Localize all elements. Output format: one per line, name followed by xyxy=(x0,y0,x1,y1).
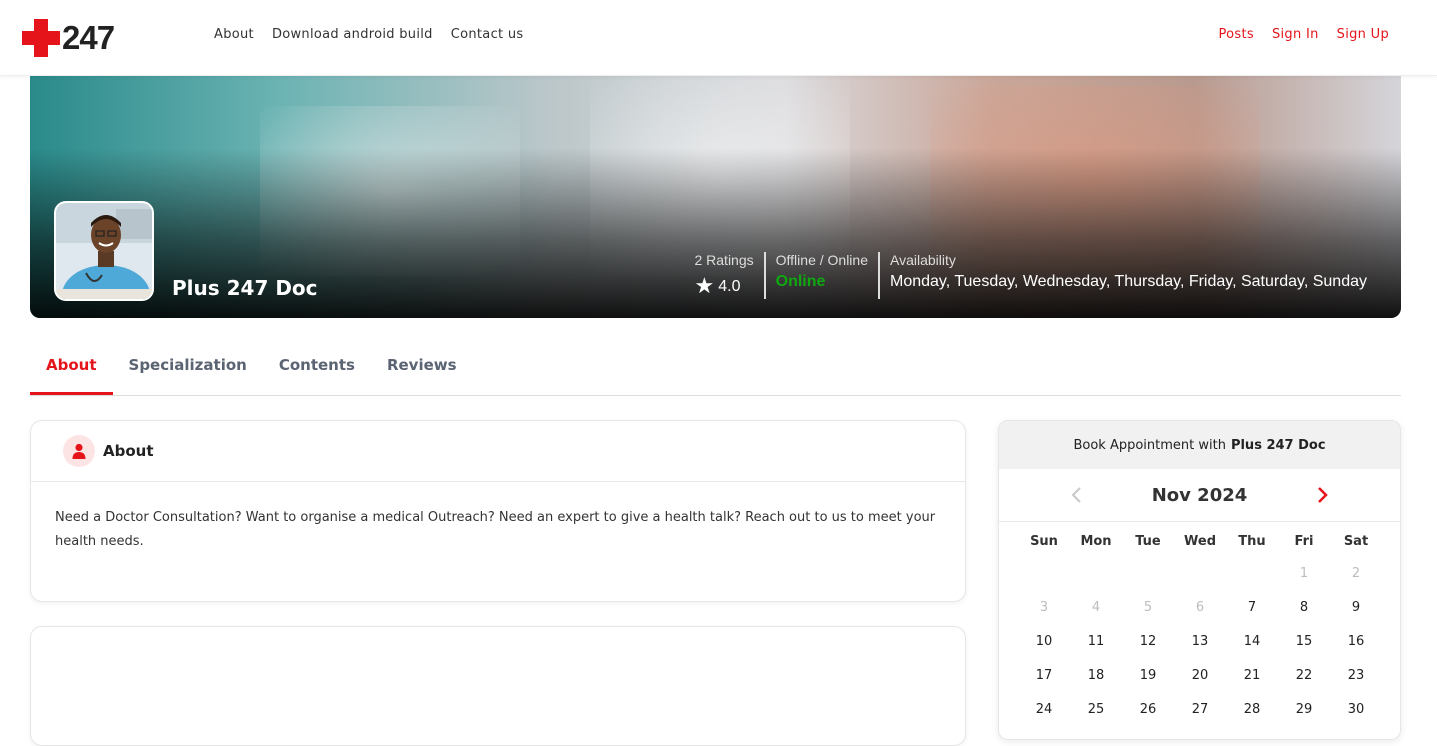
ratings-stat: 2 Ratings ★ 4.0 xyxy=(684,252,763,299)
weekday-label: Sat xyxy=(1343,534,1369,549)
status-stat: Offline / Online Online xyxy=(763,252,878,299)
calendar-week: 10 11 12 13 14 15 16 xyxy=(999,632,1400,666)
nav-link-posts[interactable]: Posts xyxy=(1218,27,1253,42)
nav-link-contact[interactable]: Contact us xyxy=(451,27,524,42)
calendar-day[interactable]: 25 xyxy=(1070,700,1122,734)
calendar-week: 17 18 19 20 21 22 23 xyxy=(999,666,1400,700)
calendar-day[interactable]: 21 xyxy=(1226,666,1278,700)
calendar-day[interactable]: 24 xyxy=(1018,700,1070,734)
calendar-day[interactable]: 19 xyxy=(1122,666,1174,700)
weekday-label: Sun xyxy=(1030,534,1058,549)
calendar-empty-cell xyxy=(1070,564,1122,598)
about-card-header: About xyxy=(31,421,965,482)
chevron-left-icon[interactable] xyxy=(1065,483,1089,507)
user-icon xyxy=(63,435,95,467)
calendar-week: 12 xyxy=(999,564,1400,598)
calendar-day[interactable]: 16 xyxy=(1330,632,1382,666)
calendar-day: 5 xyxy=(1143,600,1153,615)
secondary-card xyxy=(30,626,966,746)
calendar-day[interactable]: 10 xyxy=(1018,632,1070,666)
calendar-day[interactable]: 13 xyxy=(1174,632,1226,666)
top-navbar: 247 About Download android build Contact… xyxy=(0,0,1437,76)
tab-specialization[interactable]: Specialization xyxy=(113,340,263,395)
chevron-right-icon[interactable] xyxy=(1310,483,1334,507)
calendar-month-row: Nov 2024 xyxy=(999,469,1400,522)
calendar-empty-cell xyxy=(1174,564,1226,598)
weekday-label: Mon xyxy=(1080,534,1112,549)
calendar-month: Nov 2024 xyxy=(1151,484,1248,506)
calendar-empty-cell xyxy=(1226,564,1278,598)
doctor-name: Plus 247 Doc xyxy=(172,276,318,300)
tab-contents[interactable]: Contents xyxy=(263,340,371,395)
booking-header: Book Appointment with Plus 247 Doc xyxy=(999,421,1400,469)
status-label: Offline / Online xyxy=(775,252,868,268)
calendar-grid: 1 2 3 4 5 6 7 8 9 10 11 12 13 14 15 16 17 18 19 20 21 22 23 24 2… xyxy=(999,564,1400,734)
booking-title-prefix: Book Appointment with xyxy=(1073,437,1226,453)
nav-link-about[interactable]: About xyxy=(214,27,254,42)
calendar-day: 1 xyxy=(1299,566,1309,581)
profile-stats: 2 Ratings ★ 4.0 Offline / Online Online A… xyxy=(684,252,1377,299)
calendar-day[interactable]: 17 xyxy=(1018,666,1070,700)
ratings-label: 2 Ratings xyxy=(694,252,754,268)
auth-nav: Posts Sign In Sign Up xyxy=(1218,27,1389,42)
calendar-empty-cell xyxy=(1018,564,1070,598)
star-icon: ★ xyxy=(694,273,715,298)
profile-tabs: About Specialization Contents Reviews xyxy=(30,340,1401,396)
calendar-empty-cell xyxy=(1122,564,1174,598)
calendar-day[interactable]: 29 xyxy=(1278,700,1330,734)
calendar-day: 6 xyxy=(1195,600,1205,615)
calendar-day[interactable]: 12 xyxy=(1122,632,1174,666)
calendar-day[interactable]: 15 xyxy=(1278,632,1330,666)
doctor-avatar xyxy=(54,201,154,301)
status-value: Online xyxy=(775,273,826,290)
sign-in-link[interactable]: Sign In xyxy=(1272,27,1319,42)
availability-stat: Availability Monday, Tuesday, Wednesday,… xyxy=(878,252,1377,299)
about-card-title: About xyxy=(103,442,154,460)
weekday-label: Fri xyxy=(1294,534,1314,549)
calendar-week: 24 25 26 27 28 29 30 xyxy=(999,700,1400,734)
about-card: About Need a Doctor Consultation? Want t… xyxy=(30,420,966,602)
calendar-week: 3 4 5 6 789 xyxy=(999,598,1400,632)
availability-value: Monday, Tuesday, Wednesday, Thursday, Fr… xyxy=(890,273,1367,290)
availability-label: Availability xyxy=(890,252,956,268)
calendar-weekdays: Sun Mon Tue Wed Thu Fri Sat xyxy=(999,534,1400,564)
booking-doctor-name: Plus 247 Doc xyxy=(1230,437,1326,453)
site-logo[interactable]: 247 xyxy=(22,18,132,58)
calendar-day: 4 xyxy=(1091,600,1101,615)
sign-up-link[interactable]: Sign Up xyxy=(1337,27,1389,42)
calendar-day[interactable]: 8 xyxy=(1278,598,1330,632)
calendar-day[interactable]: 18 xyxy=(1070,666,1122,700)
calendar-day[interactable]: 11 xyxy=(1070,632,1122,666)
doctor-photo-icon xyxy=(56,203,152,299)
calendar-day[interactable]: 27 xyxy=(1174,700,1226,734)
calendar-day[interactable]: 14 xyxy=(1226,632,1278,666)
weekday-label: Wed xyxy=(1184,534,1216,549)
calendar-day: 3 xyxy=(1039,600,1049,615)
profile-banner: Plus 247 Doc 2 Ratings ★ 4.0 Offline / On… xyxy=(30,76,1401,318)
calendar-day: 2 xyxy=(1351,566,1361,581)
logo-text: 247 xyxy=(62,19,115,56)
tab-about[interactable]: About xyxy=(30,340,113,395)
weekday-label: Tue xyxy=(1135,534,1161,549)
calendar-day[interactable]: 30 xyxy=(1330,700,1382,734)
primary-nav: About Download android build Contact us xyxy=(214,27,523,42)
weekday-label: Thu xyxy=(1238,534,1266,549)
calendar-day[interactable]: 28 xyxy=(1226,700,1278,734)
about-text: Need a Doctor Consultation? Want to orga… xyxy=(55,510,936,549)
red-cross-icon xyxy=(22,19,60,57)
calendar-day[interactable]: 26 xyxy=(1122,700,1174,734)
calendar-day[interactable]: 7 xyxy=(1226,598,1278,632)
tab-reviews[interactable]: Reviews xyxy=(371,340,473,395)
calendar-day[interactable]: 9 xyxy=(1330,598,1382,632)
rating-value: 4.0 xyxy=(718,278,741,295)
calendar-day[interactable]: 20 xyxy=(1174,666,1226,700)
calendar-day[interactable]: 22 xyxy=(1278,666,1330,700)
nav-link-download-android[interactable]: Download android build xyxy=(272,27,433,42)
booking-panel: Book Appointment with Plus 247 Doc Nov 2… xyxy=(998,420,1401,740)
calendar-day[interactable]: 23 xyxy=(1330,666,1382,700)
